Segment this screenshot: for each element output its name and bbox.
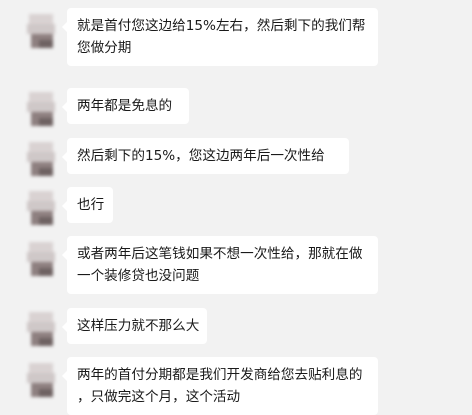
avatar[interactable] <box>25 10 57 52</box>
bubble-tail <box>62 322 67 332</box>
avatar[interactable] <box>25 238 57 280</box>
message-bubble[interactable]: 或者两年后这笔钱如果不想一次性给，那就在做 一个装修贷也没问题 <box>62 236 378 294</box>
bubble-tail <box>62 152 67 162</box>
message-bubble[interactable]: 就是首付您这边给15%左右，然后剩下的我们帮 您做分期 <box>62 8 378 66</box>
avatar[interactable] <box>25 187 57 229</box>
message-bubble[interactable]: 然后剩下的15%，您这边两年后一次性给 <box>62 138 349 174</box>
bubble-tail <box>62 250 67 260</box>
avatar[interactable] <box>25 308 57 350</box>
avatar[interactable] <box>25 138 57 180</box>
message-text-line: 两年都是免息的 <box>77 98 173 114</box>
message-text-line: 两年的首付分期都是我们开发商给您去贴利息的 <box>77 367 363 383</box>
bubble-tail <box>62 371 67 381</box>
message-bubble[interactable]: 两年都是免息的 <box>62 88 189 124</box>
message-text-line: ，只做完这个月，这个活动 <box>77 389 241 405</box>
avatar[interactable] <box>25 359 57 401</box>
message-bubble[interactable]: 这样压力就不那么大 <box>62 308 207 344</box>
message-bubble[interactable]: 也行 <box>62 187 113 223</box>
message-text-line: 也行 <box>77 197 105 213</box>
message-text-line: 就是首付您这边给15%左右，然后剩下的我们帮 <box>77 18 366 34</box>
bubble-tail <box>62 201 67 211</box>
bubble-tail <box>62 22 67 32</box>
message-text-line: 或者两年后这笔钱如果不想一次性给，那就在做 <box>77 246 363 262</box>
chat-conversation: 就是首付您这边给15%左右，然后剩下的我们帮 您做分期 两年都是免息的 然后剩下… <box>0 0 472 415</box>
avatar[interactable] <box>25 88 57 130</box>
message-text-line: 这样压力就不那么大 <box>77 318 200 334</box>
bubble-tail <box>62 102 67 112</box>
message-text-line: 一个装修贷也没问题 <box>77 268 200 284</box>
message-text-line: 然后剩下的15%，您这边两年后一次性给 <box>77 148 325 164</box>
message-bubble[interactable]: 两年的首付分期都是我们开发商给您去贴利息的 ，只做完这个月，这个活动 <box>62 357 378 415</box>
message-text-line: 您做分期 <box>77 40 132 56</box>
